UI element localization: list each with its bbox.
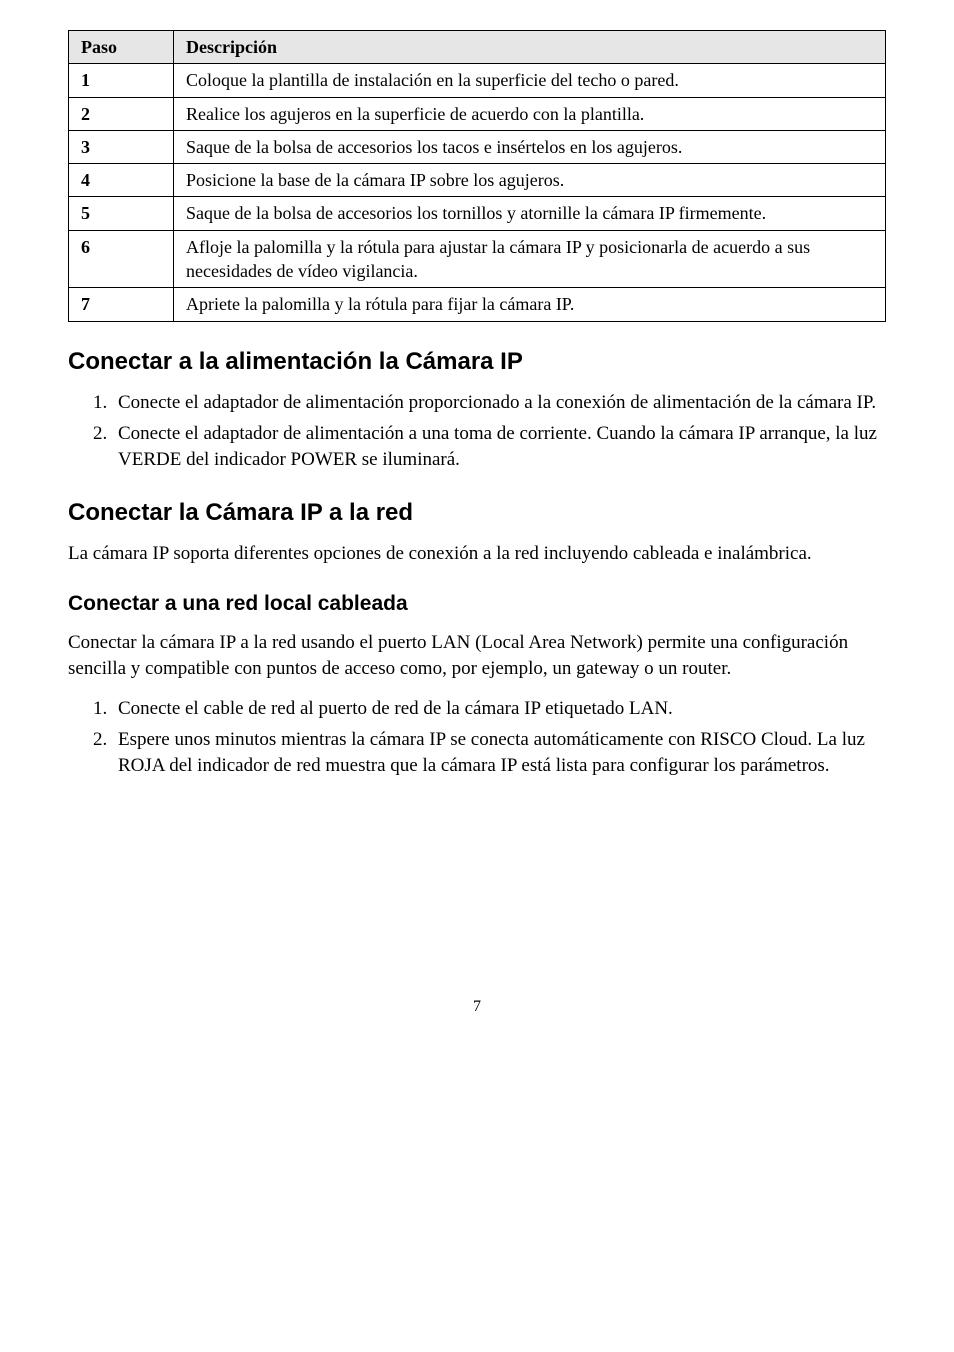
step-description: Realice los agujeros en la superficie de… [174,97,886,130]
network-intro: La cámara IP soporta diferentes opciones… [68,541,886,567]
step-number: 7 [69,288,174,321]
list-item: Conecte el adaptador de alimentación a u… [112,421,886,472]
step-number: 2 [69,97,174,130]
table-header-row: Paso Descripción [69,31,886,64]
power-steps-list: Conecte el adaptador de alimentación pro… [68,390,886,473]
subsection-title-wired: Conectar a una red local cableada [68,592,886,616]
step-number: 1 [69,64,174,97]
list-item: Conecte el cable de red al puerto de red… [112,696,886,722]
table-body: 1Coloque la plantilla de instalación en … [69,64,886,321]
table-row: 1Coloque la plantilla de instalación en … [69,64,886,97]
table-row: 7Apriete la palomilla y la rótula para f… [69,288,886,321]
step-description: Coloque la plantilla de instalación en l… [174,64,886,97]
document-page: Paso Descripción 1Coloque la plantilla d… [0,0,954,1056]
section-title-power: Conectar a la alimentación la Cámara IP [68,348,886,376]
section-title-network: Conectar la Cámara IP a la red [68,499,886,527]
step-number: 6 [69,230,174,288]
step-description: Posicione la base de la cámara IP sobre … [174,164,886,197]
table-row: 5Saque de la bolsa de accesorios los tor… [69,197,886,230]
wired-intro: Conectar la cámara IP a la red usando el… [68,630,886,681]
list-item: Espere unos minutos mientras la cámara I… [112,727,886,778]
steps-table: Paso Descripción 1Coloque la plantilla d… [68,30,886,322]
wired-steps-list: Conecte el cable de red al puerto de red… [68,696,886,779]
step-number: 4 [69,164,174,197]
step-description: Saque de la bolsa de accesorios los torn… [174,197,886,230]
table-row: 3Saque de la bolsa de accesorios los tac… [69,130,886,163]
list-item: Conecte el adaptador de alimentación pro… [112,390,886,416]
col-header-paso: Paso [69,31,174,64]
step-number: 5 [69,197,174,230]
col-header-descripcion: Descripción [174,31,886,64]
table-row: 6Afloje la palomilla y la rótula para aj… [69,230,886,288]
page-number: 7 [68,998,886,1016]
table-row: 4Posicione la base de la cámara IP sobre… [69,164,886,197]
step-description: Afloje la palomilla y la rótula para aju… [174,230,886,288]
step-description: Saque de la bolsa de accesorios los taco… [174,130,886,163]
step-description: Apriete la palomilla y la rótula para fi… [174,288,886,321]
step-number: 3 [69,130,174,163]
table-row: 2Realice los agujeros en la superficie d… [69,97,886,130]
